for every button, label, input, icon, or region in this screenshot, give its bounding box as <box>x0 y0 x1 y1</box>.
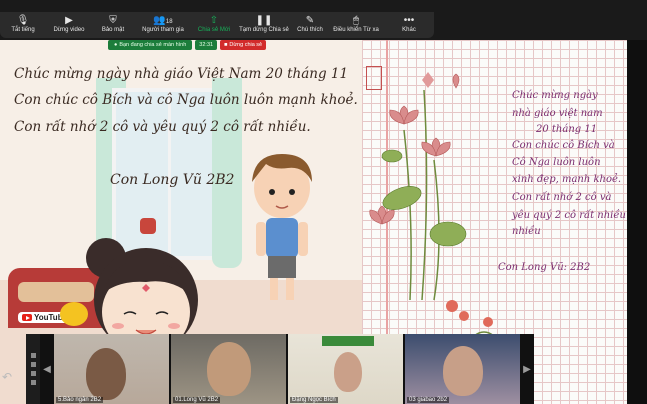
participant-video <box>334 352 362 392</box>
participants-button[interactable]: 👥18 Người tham gia <box>134 12 192 38</box>
video-tile[interactable]: 01.Long Vũ 2B2 <box>171 334 286 404</box>
channel-logo <box>60 302 88 326</box>
stop-video-button[interactable]: ▶ Dừng video <box>46 12 92 38</box>
slide-line-3: Con rất nhớ 2 cô và yêu quý 2 cô rất nhi… <box>14 119 311 135</box>
annotate-label: Chú thích <box>297 27 323 33</box>
annotate-button[interactable]: ✎ Chú thích <box>292 12 328 38</box>
gallery-prev-arrow[interactable]: ◀ <box>40 334 54 404</box>
video-camera-icon: ▶ <box>65 15 73 26</box>
participant-video <box>443 346 483 396</box>
slide-signature: Con Long Vũ 2B2 <box>110 172 235 188</box>
notebook-line-4: Con chúc cô Bích và <box>512 140 615 151</box>
stop-video-label: Dừng video <box>53 27 85 33</box>
sharing-timer-text: 32:31 <box>199 42 214 48</box>
remote-control-button[interactable]: 🖱 Điều khiển Từ xa <box>328 12 384 38</box>
microphone-icon: 🎙 <box>16 15 30 26</box>
notebook-line-6: xinh đẹp, mạnh khoẻ. <box>512 174 622 185</box>
security-label: Bảo mật <box>101 27 125 33</box>
security-button[interactable]: ⛨ Bảo mật <box>92 12 134 38</box>
video-tile[interactable]: Đặng Ngọc Bích <box>288 334 403 404</box>
notebook-line-7: Con rất nhớ 2 cô và <box>512 192 612 203</box>
new-share-button[interactable]: ⇧ Chia sẻ Mới <box>192 12 236 38</box>
boy-illustration <box>252 154 312 300</box>
sharing-status-text: Bạn đang chia sẻ màn hình <box>119 42 187 48</box>
meeting-toolbar: 🎙 Tắt tiếng ▶ Dừng video ⛨ Bảo mật 👥18 N… <box>0 12 434 38</box>
share-screen-icon: ⇧ <box>209 15 219 26</box>
notebook-line-5: Cô Nga luôn luôn <box>512 157 601 168</box>
pause-share-label: Tạm dừng Chia sẻ <box>239 27 289 33</box>
mute-button[interactable]: 🎙 Tắt tiếng <box>0 12 46 38</box>
banner-illustration <box>322 336 374 346</box>
sharing-status-bar: ● Bạn đang chia sẻ màn hình 32:31 ■ Dừng… <box>108 40 324 50</box>
annotate-pen-icon: ✎ <box>305 15 315 26</box>
notebook-line-9: nhiều <box>512 226 541 237</box>
back-arrow-icon[interactable]: ↶ <box>2 370 12 384</box>
participant-name: 01.Long Vũ 2B2 <box>173 397 221 403</box>
participant-video <box>86 348 126 400</box>
video-tile[interactable]: 03 giabao 2b2 <box>405 334 520 404</box>
notebook-line-8: yêu quý 2 cô rất nhiều <box>512 210 626 221</box>
gallery-next-arrow[interactable]: ▶ <box>520 334 534 404</box>
participant-name: 5.Bảo ngân 2B2 <box>56 397 104 403</box>
pause-icon: ❚❚ <box>255 15 273 26</box>
notebook-line-1: Chúc mừng ngày <box>512 90 598 101</box>
pause-share-button[interactable]: ❚❚ Tạm dừng Chia sẻ <box>236 12 292 38</box>
zoom-window: Chúc mừng ngày nhà giáo Việt Nam 20 thán… <box>0 0 647 404</box>
screen-edge <box>627 40 647 404</box>
participants-label: Người tham gia <box>142 27 184 33</box>
gallery-tiles: 5.Bảo ngân 2B2 01.Long Vũ 2B2 Đặng Ngọc … <box>54 334 520 404</box>
shield-icon: ⛨ <box>109 15 117 26</box>
youtube-play-icon <box>22 314 32 321</box>
notebook-line-3: 20 tháng 11 <box>536 124 598 135</box>
slide-line-2: Con chúc cô Bích và cô Nga luôn luôn mạn… <box>14 92 358 108</box>
participants-icon: 👥18 <box>153 15 173 26</box>
stop-share-button[interactable]: ■ Dừng chia sẻ <box>220 40 267 50</box>
more-icon: ••• <box>403 15 415 26</box>
participant-name: Đặng Ngọc Bích <box>290 397 338 403</box>
video-gallery-strip: ◀ 5.Bảo ngân 2B2 01.Long Vũ 2B2 Đặng Ngọ… <box>26 334 534 404</box>
video-tile[interactable]: 5.Bảo ngân 2B2 <box>54 334 169 404</box>
notebook-signature: Con Long Vũ: 2B2 <box>498 262 591 273</box>
remote-control-label: Điều khiển Từ xa <box>333 27 379 33</box>
slide-line-1: Chúc mừng ngày nhà giáo Việt Nam 20 thán… <box>14 66 349 82</box>
more-button[interactable]: ••• Khác <box>384 12 434 38</box>
sharing-timer: 32:31 <box>195 40 218 50</box>
notebook-line-2: nhà giáo việt nam <box>512 108 603 119</box>
sharing-indicator: ● Bạn đang chia sẻ màn hình <box>108 40 193 50</box>
participant-video <box>207 342 251 396</box>
mute-label: Tắt tiếng <box>11 27 35 33</box>
stop-share-label: Dừng chia sẻ <box>229 42 263 48</box>
more-label: Khác <box>402 27 416 33</box>
stop-square-icon: ■ <box>224 42 228 48</box>
new-share-label: Chia sẻ Mới <box>197 27 231 33</box>
remote-control-icon: 🖱 <box>353 15 359 26</box>
participant-name: 03 giabao 2b2 <box>407 397 450 403</box>
participants-count: 18 <box>165 19 173 25</box>
sharing-dot-icon: ● <box>114 42 118 48</box>
gallery-view-toggle[interactable] <box>26 334 40 404</box>
